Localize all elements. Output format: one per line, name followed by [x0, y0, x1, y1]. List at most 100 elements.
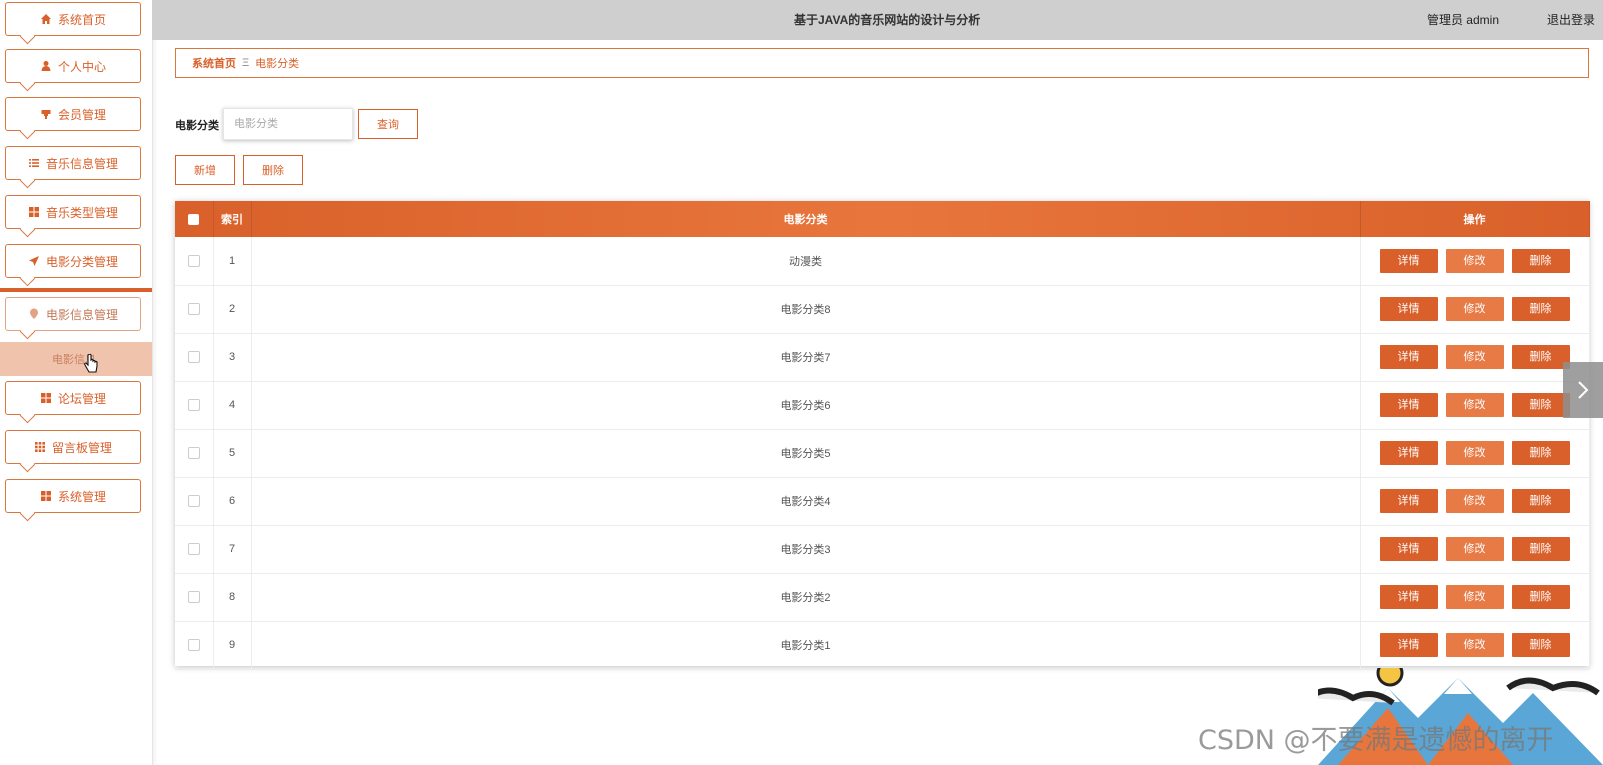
- row-index: 2: [213, 285, 252, 333]
- table-row: 1 动漫类 详情 修改 删除: [175, 237, 1590, 285]
- delete-row-button[interactable]: 删除: [1511, 489, 1570, 513]
- detail-button[interactable]: 详情: [1379, 297, 1438, 321]
- add-button[interactable]: 新增: [175, 155, 235, 185]
- row-checkbox[interactable]: [187, 639, 200, 652]
- next-arrow-button[interactable]: [1563, 362, 1603, 418]
- sidebar-item-8[interactable]: 论坛管理: [5, 381, 141, 415]
- sidebar-item-10[interactable]: 系统管理: [5, 479, 141, 513]
- edit-button[interactable]: 修改: [1445, 248, 1504, 273]
- detail-button[interactable]: 详情: [1379, 345, 1438, 369]
- sidebar-item-9[interactable]: 留言板管理: [5, 430, 141, 464]
- delete-row-button[interactable]: 删除: [1511, 345, 1570, 369]
- row-checkbox[interactable]: [187, 303, 200, 316]
- submenu-item-movie-info[interactable]: 电影信息: [0, 342, 152, 376]
- row-checkbox[interactable]: [187, 543, 200, 556]
- delete-row-button[interactable]: 删除: [1511, 297, 1570, 321]
- grid-icon: [40, 490, 52, 502]
- row-actions: 详情 修改 删除: [1360, 573, 1590, 621]
- logout-link[interactable]: 退出登录: [1547, 11, 1595, 28]
- sidebar-item-6[interactable]: 电影分类管理: [5, 244, 141, 278]
- user-icon: [40, 60, 52, 72]
- row-actions: 详情 修改 删除: [1360, 429, 1590, 477]
- table-row: 9 电影分类1 详情 修改 删除: [175, 621, 1590, 669]
- table-row: 8 电影分类2 详情 修改 删除: [175, 573, 1590, 621]
- row-select-cell: [175, 381, 214, 429]
- chevron-right-icon: [1578, 381, 1589, 399]
- edit-button[interactable]: 修改: [1445, 489, 1504, 513]
- row-checkbox[interactable]: [187, 447, 200, 460]
- detail-button[interactable]: 详情: [1379, 441, 1438, 465]
- row-checkbox[interactable]: [187, 591, 200, 604]
- sidebar-item-2[interactable]: 个人中心: [5, 49, 141, 83]
- search-label: 电影分类: [175, 120, 219, 132]
- sidebar-item-label: 论坛管理: [57, 391, 106, 406]
- breadcrumb-separator: Ξ: [242, 57, 250, 69]
- sidebar: 系统首页个人中心会员管理音乐信息管理 音乐类型管理 电影分类管理电影信息管理论坛管理…: [0, 0, 153, 765]
- edit-button[interactable]: 修改: [1445, 441, 1504, 465]
- member-icon: [40, 108, 52, 120]
- row-checkbox[interactable]: [187, 351, 200, 364]
- breadcrumb-home[interactable]: 系统首页: [192, 55, 236, 71]
- row-index: 4: [213, 381, 252, 429]
- row-category: 电影分类6: [251, 381, 1361, 429]
- sidebar-item-5[interactable]: 音乐类型管理: [5, 195, 141, 229]
- sidebar-item-3[interactable]: 会员管理: [5, 97, 141, 131]
- table-row: 2 电影分类8 详情 修改 删除: [175, 285, 1590, 333]
- select-all-checkbox[interactable]: [188, 213, 200, 225]
- delete-button[interactable]: 删除: [243, 155, 303, 185]
- edit-button[interactable]: 修改: [1445, 633, 1504, 657]
- detail-button[interactable]: 详情: [1379, 537, 1438, 561]
- row-actions: 详情 修改 删除: [1360, 333, 1590, 381]
- row-index: 5: [213, 429, 252, 477]
- delete-row-button[interactable]: 删除: [1511, 633, 1570, 657]
- row-checkbox[interactable]: [187, 254, 200, 267]
- row-checkbox[interactable]: [187, 399, 200, 412]
- row-select-cell: [175, 525, 214, 573]
- sidebar-item-label: 音乐类型管理: [45, 205, 118, 220]
- table-header: 索引 电影分类 操作: [175, 201, 1590, 237]
- row-select-cell: [175, 285, 214, 333]
- detail-button[interactable]: 详情: [1379, 489, 1438, 513]
- hand-cursor-icon: [84, 354, 98, 373]
- delete-row-button[interactable]: 删除: [1511, 585, 1570, 609]
- sidebar-item-1[interactable]: 系统首页: [5, 2, 141, 36]
- sidebar-item-label: 会员管理: [57, 107, 106, 122]
- sidebar-item-label: 电影分类管理: [45, 254, 118, 269]
- row-category: 电影分类8: [251, 285, 1361, 333]
- edit-button[interactable]: 修改: [1445, 297, 1504, 321]
- row-actions: 详情 修改 删除: [1360, 621, 1590, 669]
- edit-button[interactable]: 修改: [1445, 393, 1504, 417]
- row-category: 电影分类5: [251, 429, 1361, 477]
- column-category: 电影分类: [251, 201, 1361, 237]
- row-checkbox[interactable]: [187, 495, 200, 508]
- row-actions: 详情 修改 删除: [1360, 381, 1590, 429]
- query-button[interactable]: 查询: [358, 109, 418, 139]
- detail-button[interactable]: 详情: [1379, 393, 1438, 417]
- search-input[interactable]: [223, 108, 353, 140]
- delete-row-button[interactable]: 删除: [1511, 537, 1570, 561]
- detail-button[interactable]: 详情: [1379, 633, 1438, 657]
- row-index: 3: [213, 333, 252, 381]
- delete-row-button[interactable]: 删除: [1511, 248, 1570, 273]
- row-select-cell: [175, 621, 214, 669]
- table-row: 3 电影分类7 详情 修改 删除: [175, 333, 1590, 381]
- site-title: 基于JAVA的音乐网站的设计与分析: [794, 13, 981, 27]
- table-row: 4 电影分类6 详情 修改 删除: [175, 381, 1590, 429]
- edit-button[interactable]: 修改: [1445, 537, 1504, 561]
- sidebar-item-4[interactable]: 音乐信息管理: [5, 146, 141, 180]
- delete-row-button[interactable]: 删除: [1511, 393, 1570, 417]
- sidebar-item-label: 音乐信息管理: [45, 156, 118, 171]
- row-actions: 详情 修改 删除: [1360, 477, 1590, 525]
- grid-icon: [28, 206, 40, 218]
- edit-button[interactable]: 修改: [1445, 585, 1504, 609]
- row-actions: 详情 修改 删除: [1360, 525, 1590, 573]
- detail-button[interactable]: 详情: [1379, 585, 1438, 609]
- row-index: 6: [213, 477, 252, 525]
- delete-row-button[interactable]: 删除: [1511, 441, 1570, 465]
- breadcrumb-current: 电影分类: [255, 58, 300, 70]
- select-all-cell: [175, 201, 214, 237]
- detail-button[interactable]: 详情: [1379, 248, 1438, 273]
- sidebar-item-7[interactable]: 电影信息管理: [5, 297, 141, 331]
- row-category: 电影分类4: [251, 477, 1361, 525]
- edit-button[interactable]: 修改: [1445, 345, 1504, 369]
